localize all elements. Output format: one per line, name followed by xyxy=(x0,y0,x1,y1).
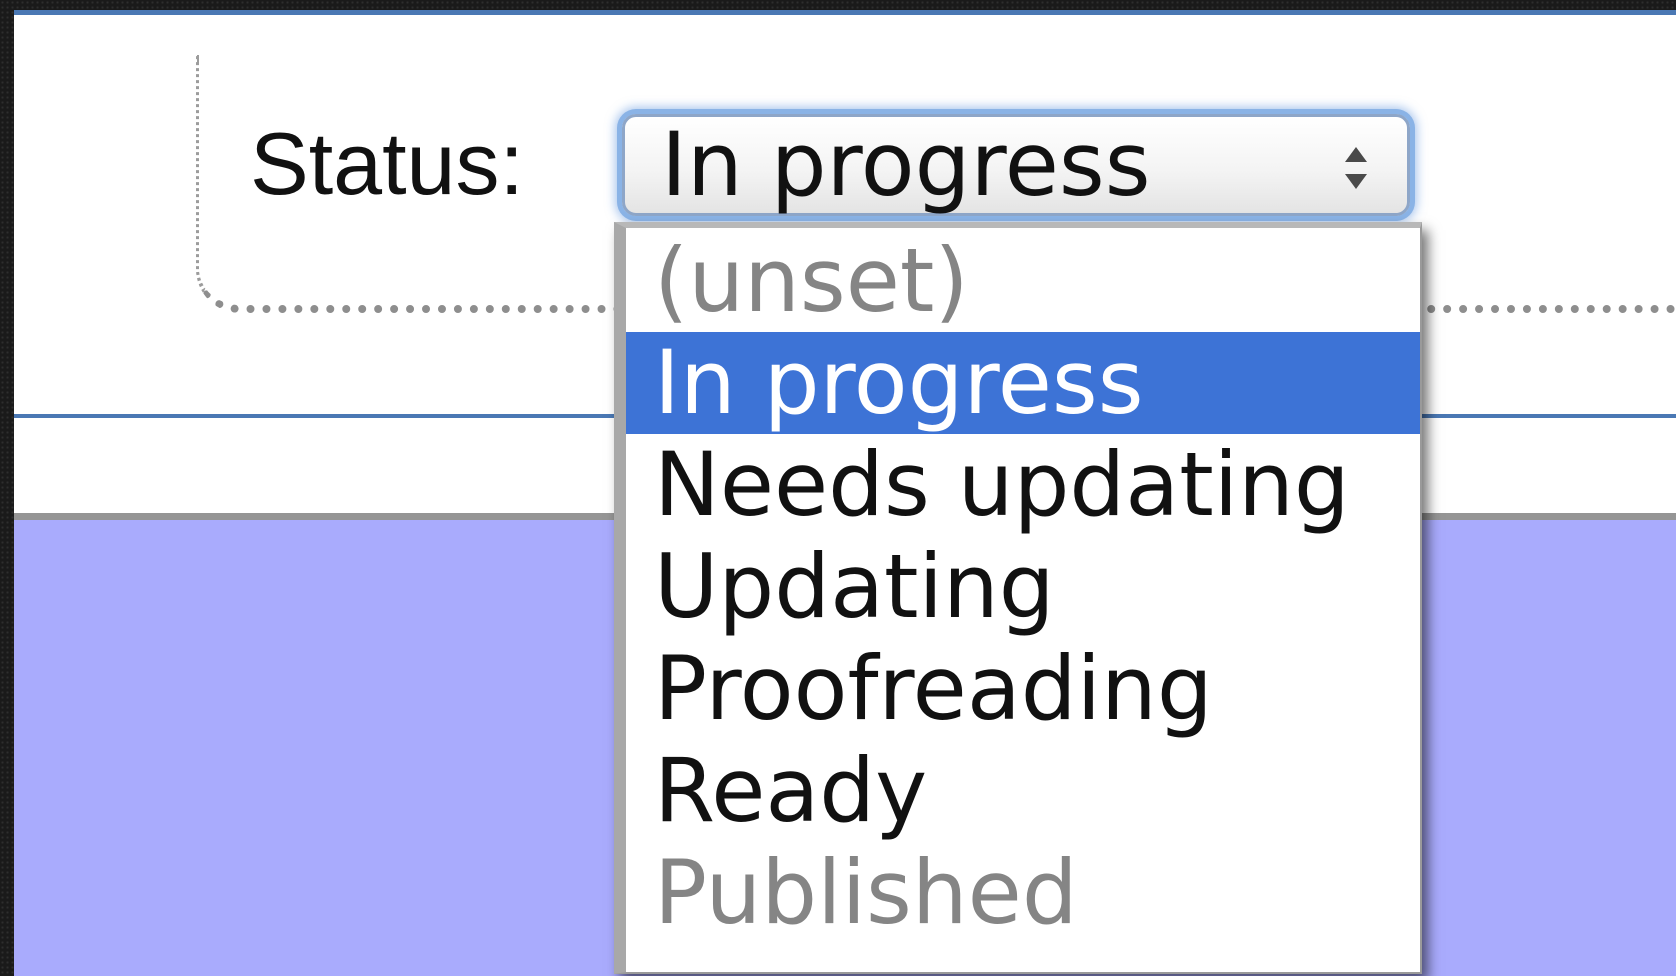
option-needs-updating[interactable]: Needs updating xyxy=(626,434,1420,536)
option-updating[interactable]: Updating xyxy=(626,536,1420,638)
option-in-progress[interactable]: In progress xyxy=(626,332,1420,434)
option-proofreading[interactable]: Proofreading xyxy=(626,638,1420,740)
page-viewport: Status: In progress (unset) In progress … xyxy=(14,10,1676,976)
status-options-dropdown: (unset) In progress Needs updating Updat… xyxy=(614,222,1422,974)
status-label: Status: xyxy=(250,114,524,213)
status-select-value: In progress xyxy=(661,113,1151,216)
up-down-stepper-icon xyxy=(1345,147,1367,189)
top-divider xyxy=(14,10,1676,15)
status-select[interactable]: In progress xyxy=(622,113,1410,216)
option-published: Published xyxy=(654,841,1078,944)
option-unset: (unset) xyxy=(654,229,969,332)
option-ready[interactable]: Ready xyxy=(626,740,1420,842)
